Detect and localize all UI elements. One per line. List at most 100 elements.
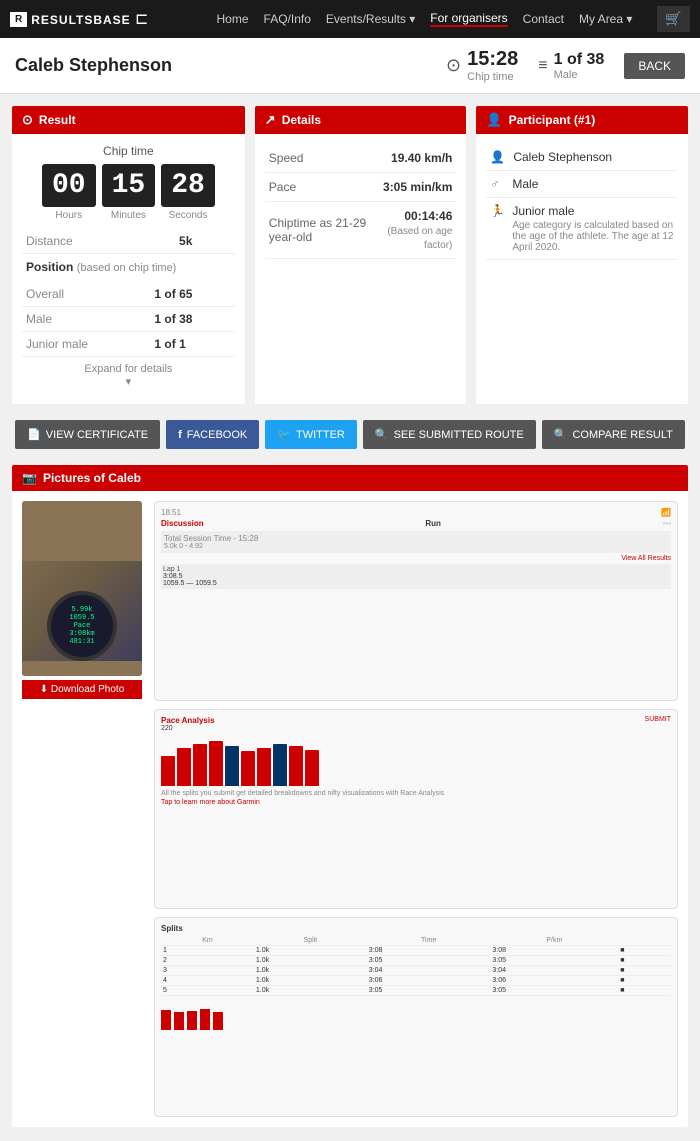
time-display: 18:51 xyxy=(161,508,181,517)
nav-organisers[interactable]: For organisers xyxy=(430,11,507,27)
list-item: 🏃 Junior male Age category is calculated… xyxy=(486,198,678,260)
chip-minutes: 15 Minutes xyxy=(102,164,156,221)
phone-screen-3: Splits Km Split Time P/km xyxy=(154,917,678,1117)
learn-more-link[interactable]: Tap to learn more about Garmin xyxy=(161,799,671,806)
splits-table-container: Km Split Time P/km 11.0k3:083:08■ 21.0k3… xyxy=(161,936,671,996)
phone-screen-2: Pace Analysis SUBMIT 220 xyxy=(154,709,678,909)
compare-icon: 🔍 xyxy=(554,428,568,441)
submit-link[interactable]: SUBMIT xyxy=(645,716,671,725)
cell: 1.0k xyxy=(254,966,367,976)
chip-time-label: Chip time xyxy=(467,71,518,83)
position-info: 1 of 38 Male xyxy=(554,51,605,81)
pictures-header: 📷 Pictures of Caleb xyxy=(12,465,688,491)
view-certificate-button[interactable]: 📄 VIEW CERTIFICATE xyxy=(15,420,160,449)
twitter-icon: 🐦 xyxy=(277,428,291,441)
overall-label: Overall xyxy=(22,282,150,307)
see-route-button[interactable]: 🔍 SEE SUBMITTED ROUTE xyxy=(363,420,536,449)
minutes-box: 15 xyxy=(102,164,156,207)
bar-10 xyxy=(305,750,319,786)
position-note: (based on chip time) xyxy=(77,262,177,274)
facebook-icon: f xyxy=(178,429,182,441)
pictures-body: 5.99k1059.5Pace3:08km481:31 ⬇ Download P… xyxy=(12,491,688,1127)
details-card-body: Speed 19.40 km/h Pace 3:05 min/km Chipti… xyxy=(255,134,467,269)
chip-time-value: 15:28 xyxy=(467,48,518,71)
bar-5 xyxy=(225,746,239,786)
result-card: ⊙ Result Chip time 00 Hours 15 Minutes 2… xyxy=(12,106,245,404)
signal-icons: 📶 xyxy=(661,508,671,517)
nav-contact[interactable]: Contact xyxy=(523,12,564,26)
pace-label: Pace xyxy=(265,173,374,202)
splits-title: Splits xyxy=(161,924,671,933)
splits-chart xyxy=(161,1000,671,1030)
header-bar: Caleb Stephenson ⊙ 15:28 Chip time ≡ 1 o… xyxy=(0,38,700,94)
phone-screenshots: 18:51 📶 Discussion Run ••• Total Session… xyxy=(154,501,678,1117)
bar-7 xyxy=(257,748,271,786)
watch-photo: 5.99k1059.5Pace3:08km481:31 xyxy=(22,501,142,676)
time-header: Time xyxy=(367,936,491,946)
speed-label: Speed xyxy=(265,144,374,173)
discussion-tab[interactable]: Discussion xyxy=(161,519,204,528)
cell: 1.0k xyxy=(254,976,367,986)
chip-time-display: ⊙ 15:28 Chip time xyxy=(446,48,518,83)
main-content: ⊙ Result Chip time 00 Hours 15 Minutes 2… xyxy=(0,94,700,1139)
overall-value: 1 of 65 xyxy=(150,282,234,307)
cell: 3:04 xyxy=(490,966,618,976)
split-bar xyxy=(213,1012,223,1030)
lap-info: Lap 1 3:08.5 1059.5 — 1059.5 xyxy=(161,564,671,589)
expand-link[interactable]: Expand for details ▾ xyxy=(22,357,235,394)
participant-card-body: 👤 Caleb Stephenson ♂ Male 🏃 Junior male … xyxy=(476,134,688,270)
nav-links: Home FAQ/Info Events/Results ▾ For organ… xyxy=(217,6,690,32)
table-row: Distance 5k xyxy=(22,229,235,254)
position-sub: Male xyxy=(554,69,605,81)
distance-label: Distance xyxy=(22,229,175,254)
nav-home[interactable]: Home xyxy=(217,12,249,26)
split-bar xyxy=(174,1012,184,1030)
hours-label: Hours xyxy=(55,210,82,221)
user-icon: 👤 xyxy=(490,150,505,164)
view-results-link[interactable]: View All Results xyxy=(161,555,671,562)
pictures-icon: 📷 xyxy=(22,471,37,485)
cell: 3:08 xyxy=(490,946,618,956)
pictures-title: Pictures of Caleb xyxy=(43,471,141,485)
age-factor-note: (Based on age factor) xyxy=(387,226,452,251)
result-icon: ⊙ xyxy=(22,112,33,128)
cart-button[interactable]: 🛒 xyxy=(657,6,690,32)
back-button[interactable]: BACK xyxy=(624,53,685,79)
y-axis-label: 220 xyxy=(161,725,173,732)
twitter-button[interactable]: 🐦 TWITTER xyxy=(265,420,357,449)
category-name: Junior male xyxy=(512,204,674,218)
participant-card: 👤 Participant (#1) 👤 Caleb Stephenson ♂ … xyxy=(476,106,688,404)
cell: 1 xyxy=(161,946,254,956)
logo-text: RESULTSBASE ⊏ xyxy=(31,9,149,29)
details-card: ↗ Details Speed 19.40 km/h Pace 3:05 min… xyxy=(255,106,467,404)
age-chiptime-value: 00:14:46 (Based on age factor) xyxy=(374,202,457,259)
position-header: Position (based on chip time) xyxy=(22,254,235,276)
result-table: Distance 5k xyxy=(22,229,235,254)
nav-events[interactable]: Events/Results ▾ xyxy=(326,12,415,26)
cell: 3:08 xyxy=(367,946,491,956)
chip-hours: 00 Hours xyxy=(42,164,96,221)
split-bar xyxy=(200,1009,210,1030)
details-card-header: ↗ Details xyxy=(255,106,467,134)
compare-result-button[interactable]: 🔍 COMPARE RESULT xyxy=(542,420,685,449)
pace-bar-chart xyxy=(161,736,671,786)
cell: 3 xyxy=(161,966,254,976)
nav-myarea[interactable]: My Area ▾ xyxy=(579,12,632,26)
table-row: Pace 3:05 min/km xyxy=(265,173,457,202)
table-row: 31.0k3:043:04■ xyxy=(161,966,671,976)
more-tab[interactable]: ••• xyxy=(663,519,671,528)
chip-seconds: 28 Seconds xyxy=(161,164,215,221)
distance-value: 5k xyxy=(175,229,235,254)
cell: 1.0k xyxy=(254,946,367,956)
facebook-button[interactable]: f FACEBOOK xyxy=(166,420,259,449)
photo-container: 5.99k1059.5Pace3:08km481:31 ⬇ Download P… xyxy=(22,501,142,1117)
total-time-label: Total Session Time - 15:28 xyxy=(164,534,668,543)
position-heading: Position xyxy=(26,260,73,274)
download-photo-button[interactable]: ⬇ Download Photo xyxy=(22,680,142,699)
certificate-icon: 📄 xyxy=(27,428,41,441)
cell: 5 xyxy=(161,986,254,996)
seconds-box: 28 xyxy=(161,164,215,207)
participant-title: Participant (#1) xyxy=(509,113,596,127)
twitter-label: TWITTER xyxy=(296,429,345,441)
nav-faq[interactable]: FAQ/Info xyxy=(264,12,311,26)
